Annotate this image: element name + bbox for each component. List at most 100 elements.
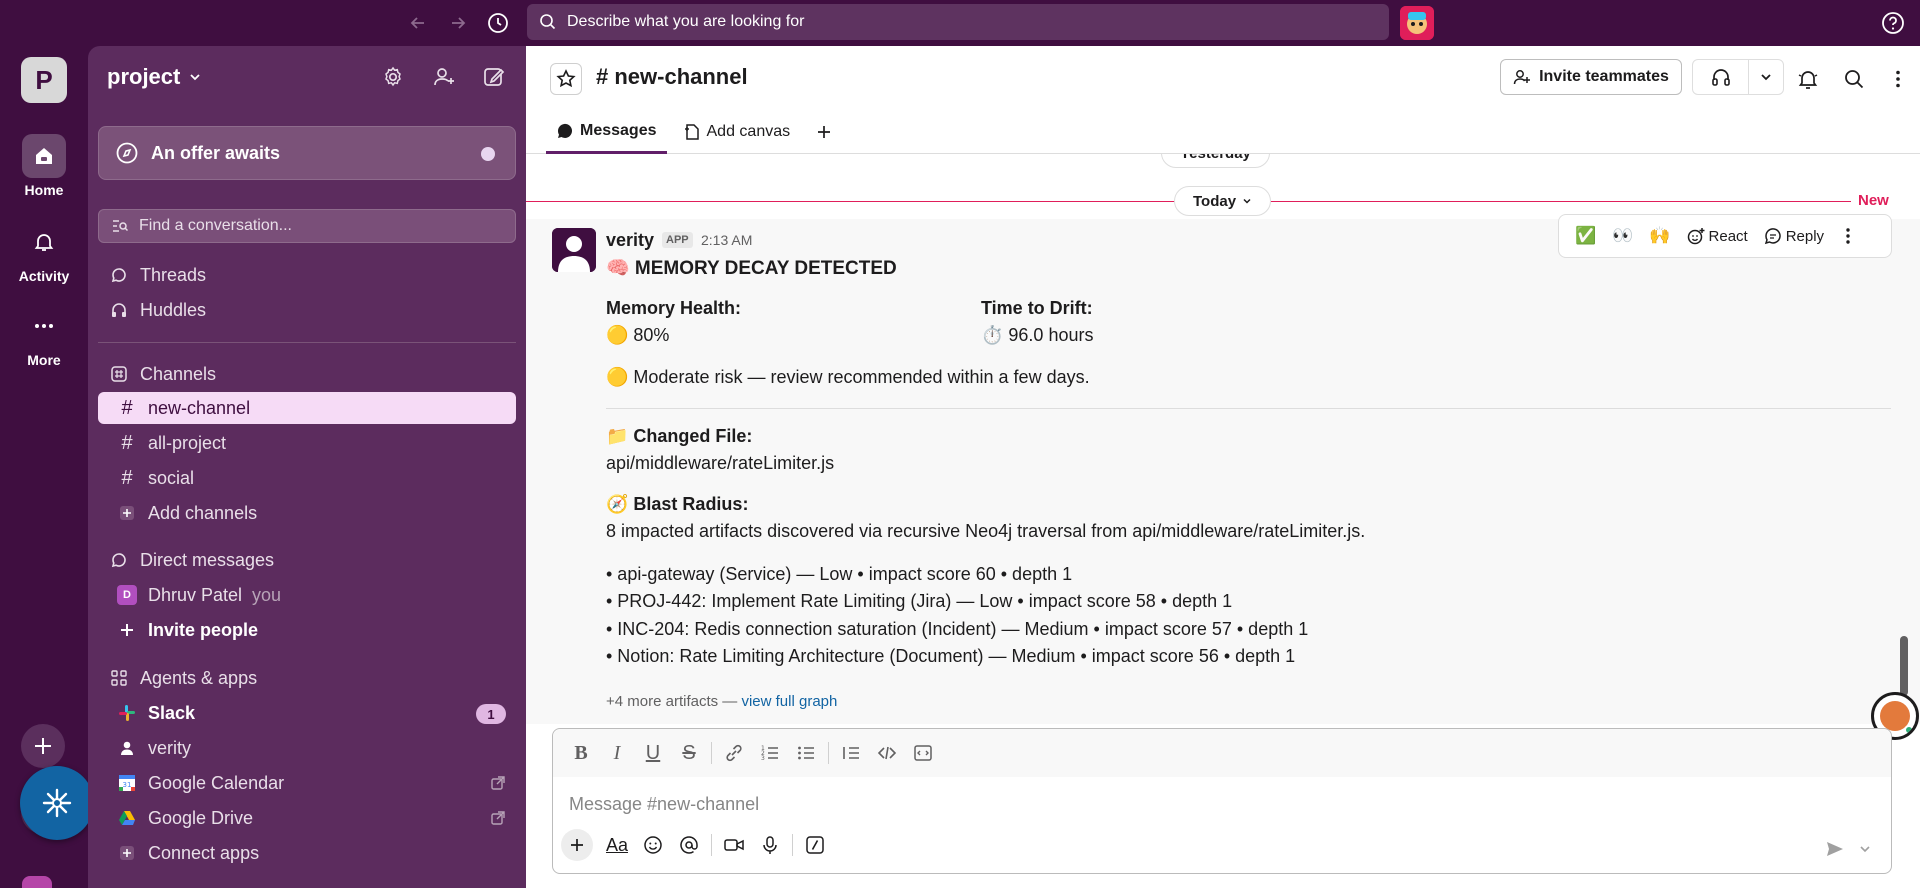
channels-section-icon xyxy=(108,365,130,383)
chevron-down-icon[interactable] xyxy=(1749,60,1783,94)
dm-section-header[interactable]: Direct messages xyxy=(98,544,516,576)
add-user-icon xyxy=(1513,70,1531,85)
artifact-list-item: • INC-204: Redis connection saturation (… xyxy=(606,619,1309,639)
find-icon xyxy=(113,220,129,232)
risk-summary: 🟡 Moderate risk — review recommended wit… xyxy=(606,367,1090,387)
sidebar-app-slack[interactable]: Slack 1 xyxy=(98,697,516,729)
view-full-graph-link[interactable]: view full graph xyxy=(741,693,837,710)
message-actions-bar: ✅ 👀 🙌 React Reply xyxy=(1558,214,1892,258)
add-tab-button[interactable] xyxy=(806,110,848,154)
apps-header-label: Agents & apps xyxy=(140,667,258,688)
notification-bell-icon[interactable] xyxy=(1792,63,1824,95)
sidebar-channel-new-channel[interactable]: # new-channel xyxy=(98,392,516,424)
send-icon[interactable] xyxy=(1817,833,1853,865)
underline-icon[interactable]: U xyxy=(635,737,671,769)
apps-section-header[interactable]: Agents & apps xyxy=(98,662,516,694)
code-block-icon[interactable] xyxy=(905,737,941,769)
search-bar[interactable]: Describe what you are looking for xyxy=(527,4,1389,40)
italic-icon[interactable]: I xyxy=(599,737,635,769)
offer-dot xyxy=(481,147,495,161)
message-input[interactable]: Message #new-channel xyxy=(569,794,759,815)
kebab-menu-icon[interactable] xyxy=(1882,63,1914,95)
app-label: Google Calendar xyxy=(148,772,285,793)
bullet-list-icon[interactable] xyxy=(788,737,824,769)
bold-icon[interactable]: B xyxy=(563,737,599,769)
workspace-badge[interactable]: P xyxy=(21,57,67,103)
star-icon[interactable] xyxy=(550,63,582,95)
forward-arrow-icon[interactable] xyxy=(444,9,472,37)
mention-icon[interactable] xyxy=(671,829,707,861)
text-format-icon[interactable]: Aa xyxy=(599,829,635,861)
sidebar-channel-all-project[interactable]: # all-project xyxy=(98,427,516,459)
add-workspace-icon[interactable] xyxy=(21,724,65,768)
tab-messages[interactable]: Messages xyxy=(546,110,667,154)
connect-apps-button[interactable]: Connect apps xyxy=(98,837,516,869)
rail-item-home[interactable]: Home xyxy=(0,134,88,198)
tab-label: Messages xyxy=(580,121,657,139)
message-author[interactable]: verity xyxy=(606,230,654,251)
message-list: Yesterday New Today verity APP 2:13 AM 🧠… xyxy=(526,154,1920,724)
sidebar-dm-dhruv-patel[interactable]: D Dhruv Patel you xyxy=(98,579,516,611)
code-icon[interactable] xyxy=(869,737,905,769)
link-icon[interactable] xyxy=(716,737,752,769)
profile-swatch[interactable] xyxy=(22,876,52,888)
assistant-snowflake-icon[interactable] xyxy=(20,766,94,840)
sidebar-item-huddles[interactable]: Huddles xyxy=(98,294,516,326)
external-link-icon[interactable] xyxy=(490,810,506,826)
user-avatar[interactable] xyxy=(1400,6,1434,40)
slash-command-icon[interactable] xyxy=(797,829,833,861)
ordered-list-icon[interactable]: 123 xyxy=(752,737,788,769)
compose-icon[interactable] xyxy=(479,62,509,92)
message-divider xyxy=(606,408,1891,409)
day-divider-today[interactable]: Today xyxy=(1174,186,1272,216)
toolbar-divider xyxy=(828,742,829,764)
tab-add-canvas[interactable]: Add canvas xyxy=(673,110,801,154)
schedule-chevron-icon[interactable] xyxy=(1853,833,1877,865)
help-icon[interactable] xyxy=(1880,10,1906,36)
add-channels-button[interactable]: Add channels xyxy=(98,497,516,529)
sidebar-app-google-calendar[interactable]: 31 Google Calendar xyxy=(98,767,516,799)
invite-people-button[interactable]: Invite people xyxy=(98,614,516,646)
microphone-icon[interactable] xyxy=(752,829,788,861)
reply-button[interactable]: Reply xyxy=(1756,220,1832,252)
history-clock-icon[interactable] xyxy=(484,9,512,37)
search-icon[interactable] xyxy=(1838,63,1870,95)
more-actions-icon[interactable] xyxy=(1832,220,1868,252)
rail-item-more[interactable]: More xyxy=(0,304,88,368)
plus-icon xyxy=(116,505,138,521)
sidebar-app-verity[interactable]: verity xyxy=(98,732,516,764)
settings-gear-icon[interactable] xyxy=(378,62,408,92)
day-divider-yesterday[interactable]: Yesterday xyxy=(1161,154,1270,168)
message-timestamp[interactable]: 2:13 AM xyxy=(701,232,752,248)
toolbar-divider xyxy=(792,834,793,856)
headphones-icon[interactable] xyxy=(1693,60,1749,94)
invite-teammates-button[interactable]: Invite teammates xyxy=(1500,59,1682,95)
toolbar-divider xyxy=(711,834,712,856)
scrollbar[interactable] xyxy=(1900,636,1908,696)
sidebar-channel-social[interactable]: # social xyxy=(98,462,516,494)
avatar[interactable] xyxy=(552,228,596,272)
raised-hands-emoji-reaction[interactable]: 🙌 xyxy=(1641,220,1678,252)
strikethrough-icon[interactable]: S xyxy=(671,737,707,769)
google-drive-icon xyxy=(116,809,138,827)
eyes-emoji-reaction[interactable]: 👀 xyxy=(1604,220,1641,252)
rail-item-activity[interactable]: Activity xyxy=(0,220,88,284)
find-conversation-input[interactable]: Find a conversation... xyxy=(98,209,516,243)
sidebar-item-threads[interactable]: Threads xyxy=(98,259,516,291)
channel-title[interactable]: # new-channel xyxy=(596,64,748,90)
attach-plus-icon[interactable] xyxy=(561,829,593,861)
sidebar-item-label: Huddles xyxy=(140,299,207,320)
react-button[interactable]: React xyxy=(1679,220,1756,252)
check-emoji-reaction[interactable]: ✅ xyxy=(1567,220,1604,252)
back-arrow-icon[interactable] xyxy=(404,9,432,37)
sidebar-app-google-drive[interactable]: Google Drive xyxy=(98,802,516,834)
add-user-icon[interactable] xyxy=(429,62,459,92)
emoji-icon[interactable] xyxy=(635,829,671,861)
blockquote-icon[interactable] xyxy=(833,737,869,769)
video-icon[interactable] xyxy=(716,829,752,861)
external-link-icon[interactable] xyxy=(490,775,506,791)
message-bubble-icon xyxy=(557,123,572,138)
offer-banner[interactable]: An offer awaits xyxy=(98,126,516,180)
workspace-menu[interactable]: project xyxy=(107,64,202,90)
channels-section-header[interactable]: Channels xyxy=(98,358,516,390)
